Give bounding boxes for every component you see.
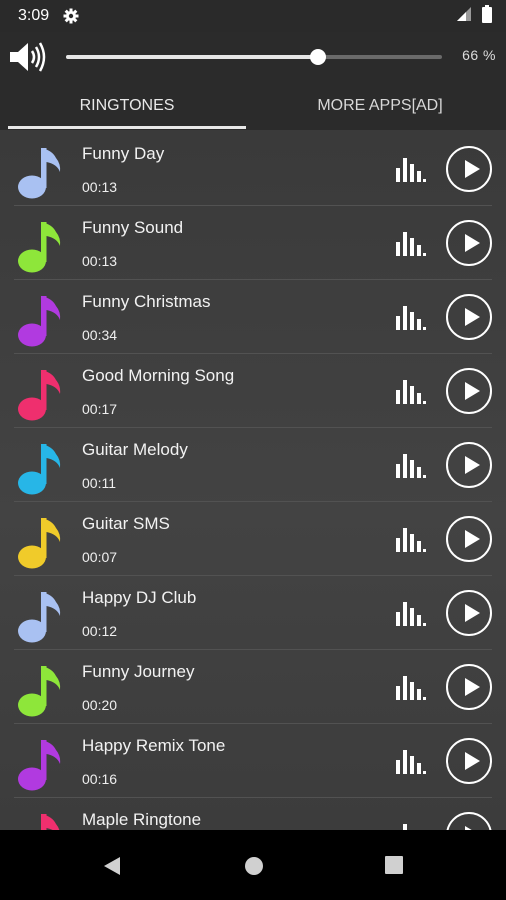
list-item[interactable]: Guitar Melody 00:11 <box>14 428 492 502</box>
equalizer-icon[interactable] <box>396 228 426 256</box>
ringtone-duration: 00:13 <box>82 253 118 269</box>
status-indicators <box>456 4 492 28</box>
music-note-icon <box>16 514 66 570</box>
signal-icon <box>456 6 472 27</box>
list-item[interactable]: Happy Remix Tone 00:16 <box>14 724 492 798</box>
play-icon <box>465 530 480 548</box>
music-note-icon <box>16 736 66 792</box>
back-icon[interactable] <box>102 856 122 881</box>
volume-slider-thumb[interactable] <box>310 49 326 65</box>
ringtone-duration: 00:07 <box>82 549 118 565</box>
play-button[interactable] <box>446 590 492 636</box>
equalizer-icon[interactable] <box>396 672 426 700</box>
music-note-icon <box>16 292 66 348</box>
list-item[interactable]: Good Morning Song 00:17 <box>14 354 492 428</box>
play-button[interactable] <box>446 442 492 488</box>
equalizer-icon[interactable] <box>396 820 426 830</box>
ringtone-duration: 00:17 <box>82 401 118 417</box>
equalizer-icon[interactable] <box>396 598 426 626</box>
ringtone-list[interactable]: Funny Day 00:13 Funny Sound 00:13 Funny Chri… <box>0 130 506 830</box>
music-note-icon <box>16 810 66 830</box>
play-button[interactable] <box>446 738 492 784</box>
play-button[interactable] <box>446 516 492 562</box>
list-item[interactable]: Funny Journey 00:20 <box>14 650 492 724</box>
ringtone-duration: 00:11 <box>82 475 116 491</box>
play-button[interactable] <box>446 812 492 830</box>
play-button[interactable] <box>446 146 492 192</box>
play-icon <box>465 234 480 252</box>
play-button[interactable] <box>446 294 492 340</box>
tab-ringtones[interactable]: RINGTONES <box>8 82 246 130</box>
equalizer-icon[interactable] <box>396 154 426 182</box>
ringtone-title: Funny Sound <box>82 218 184 237</box>
ringtone-title: Funny Journey <box>82 662 195 681</box>
ringtone-duration: 00:16 <box>82 771 118 787</box>
play-icon <box>465 456 480 474</box>
ringtone-title: Happy Remix Tone <box>82 736 226 755</box>
equalizer-icon[interactable] <box>396 376 426 404</box>
play-icon <box>465 604 480 622</box>
ringtone-title: Guitar Melody <box>82 440 188 459</box>
play-icon <box>465 678 480 696</box>
list-item[interactable]: Funny Sound 00:13 <box>14 206 492 280</box>
list-item[interactable]: Happy DJ Club 00:12 <box>14 576 492 650</box>
play-icon <box>465 382 480 400</box>
ringtone-duration: 00:34 <box>82 327 118 343</box>
music-note-icon <box>16 366 66 422</box>
list-item[interactable]: Maple Ringtone <box>14 798 492 830</box>
tab-bar: RINGTONES MORE APPS[AD] <box>0 82 506 130</box>
list-item[interactable]: Funny Christmas 00:34 <box>14 280 492 354</box>
play-icon <box>465 308 480 326</box>
list-item[interactable]: Funny Day 00:13 <box>14 132 492 206</box>
ringtone-title: Happy DJ Club <box>82 588 197 607</box>
home-icon[interactable] <box>244 856 264 881</box>
battery-icon <box>482 4 492 28</box>
ringtone-duration: 00:20 <box>82 697 118 713</box>
play-button[interactable] <box>446 220 492 266</box>
play-button[interactable] <box>446 368 492 414</box>
music-note-icon <box>16 144 66 200</box>
ringtone-title: Good Morning Song <box>82 366 235 385</box>
equalizer-icon[interactable] <box>396 746 426 774</box>
volume-slider[interactable] <box>66 49 442 65</box>
tab-indicator <box>8 126 246 129</box>
tab-more-apps[interactable]: MORE APPS[AD] <box>255 82 505 130</box>
volume-bar: 66 % <box>0 32 506 82</box>
status-time: 3:09 <box>18 7 50 24</box>
ringtone-duration: 00:12 <box>82 623 118 639</box>
play-button[interactable] <box>446 664 492 710</box>
volume-percent: 66 % <box>462 47 496 63</box>
equalizer-icon[interactable] <box>396 302 426 330</box>
status-bar: 3:09 <box>0 0 506 32</box>
navigation-bar <box>0 830 506 900</box>
ringtone-title: Funny Christmas <box>82 292 211 311</box>
ringtone-title: Guitar SMS <box>82 514 170 533</box>
ringtone-title: Maple Ringtone <box>82 810 202 829</box>
equalizer-icon[interactable] <box>396 524 426 552</box>
equalizer-icon[interactable] <box>396 450 426 478</box>
music-note-icon <box>16 588 66 644</box>
gear-icon <box>63 7 81 25</box>
volume-slider-fill <box>66 55 318 59</box>
music-note-icon <box>16 440 66 496</box>
play-icon <box>465 752 480 770</box>
music-note-icon <box>16 662 66 718</box>
list-item[interactable]: Guitar SMS 00:07 <box>14 502 492 576</box>
ringtone-duration: 00:13 <box>82 179 118 195</box>
ringtone-title: Funny Day <box>82 144 165 163</box>
music-note-icon <box>16 218 66 274</box>
play-icon <box>465 160 480 178</box>
recents-icon[interactable] <box>385 856 403 879</box>
speaker-icon[interactable] <box>8 40 48 74</box>
